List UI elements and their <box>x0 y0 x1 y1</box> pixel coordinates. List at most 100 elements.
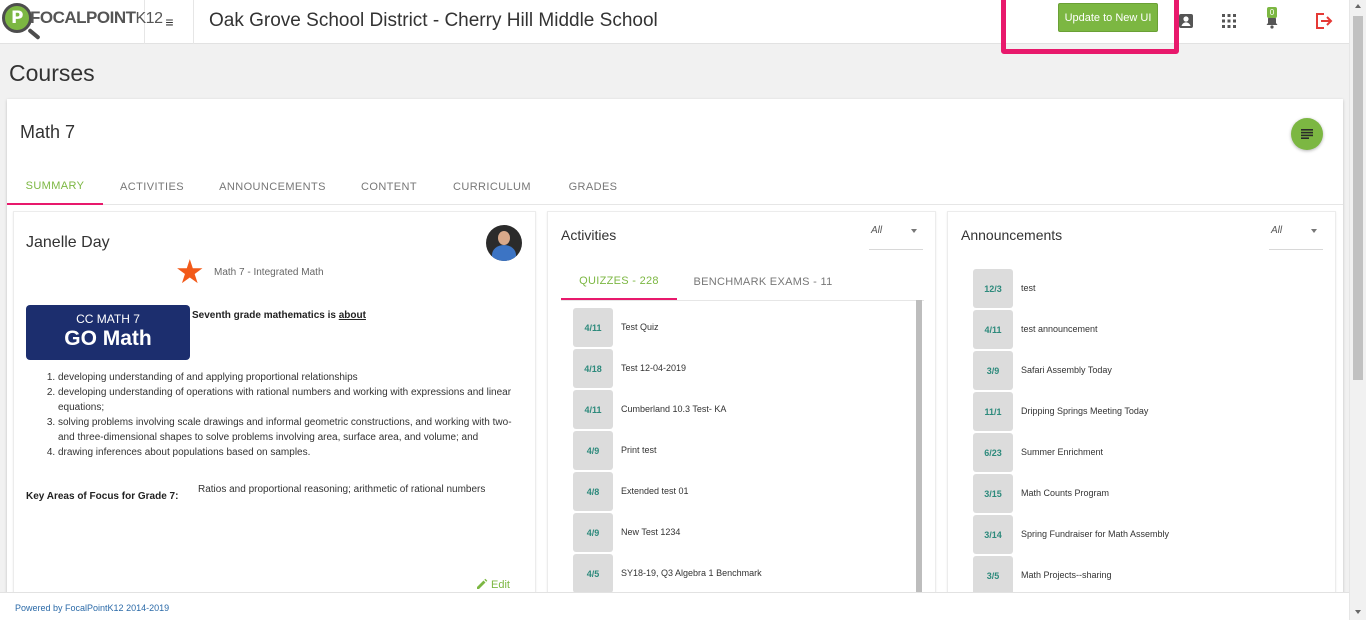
activity-date: 4/11 <box>573 308 613 347</box>
page-scrollbar[interactable] <box>1349 0 1366 620</box>
notification-count-badge: 0 <box>1267 7 1277 18</box>
tab-grades[interactable]: GRADES <box>561 168 625 205</box>
tab-announcements[interactable]: ANNOUNCEMENTS <box>214 168 331 205</box>
announcement-row[interactable]: 6/23 Summer Enrichment <box>973 433 1303 474</box>
badge-line-2: GO Math <box>64 327 152 350</box>
announcement-date: 4/11 <box>973 310 1013 349</box>
activity-title: Print test <box>621 445 657 455</box>
announcement-row[interactable]: 3/9 Safari Assembly Today <box>973 351 1303 392</box>
scroll-up-arrow-icon[interactable] <box>1355 4 1361 8</box>
activities-title: Activities <box>561 227 617 243</box>
footer-credit-link[interactable]: Powered by FocalPointK12 2014-2019 <box>15 603 169 613</box>
course-title: Math 7 <box>20 122 76 142</box>
announcement-title: Safari Assembly Today <box>1021 365 1112 375</box>
logo-text: FOCALPOINTK12 <box>30 8 163 28</box>
chevron-down-icon <box>911 229 917 233</box>
activity-row[interactable]: 4/5 SY18-19, Q3 Algebra 1 Benchmark <box>573 554 903 595</box>
tab-summary[interactable]: SUMMARY <box>7 168 103 205</box>
focalpoint-logo[interactable]: P FOCALPOINTK12 <box>0 0 163 44</box>
logo-brand-name: FOCALPOINT <box>30 8 136 27</box>
activity-title: Test 12-04-2019 <box>621 363 687 373</box>
activity-title: Test Quiz <box>621 322 659 332</box>
course-card: Math 7 SUMMARY ACTIVITIES ANNOUNCEMENTS … <box>7 99 1343 609</box>
logout-icon[interactable] <box>1314 11 1334 31</box>
activity-title: SY18-19, Q3 Algebra 1 Benchmark <box>621 568 762 578</box>
goal-item: solving problems involving scale drawing… <box>58 415 524 445</box>
summary-panel: Janelle Day ★ Math 7 - Integrated Math C… <box>13 211 536 603</box>
pencil-icon <box>477 578 488 589</box>
activities-panel: Activities All QUIZZES - 228 BENCHMARK E… <box>547 211 936 603</box>
announcement-date: 3/14 <box>973 515 1013 554</box>
announcement-date: 11/1 <box>973 392 1013 431</box>
activities-subtabs: QUIZZES - 228 BENCHMARK EXAMS - 11 <box>561 264 924 301</box>
tab-quizzes[interactable]: QUIZZES - 228 <box>561 264 677 300</box>
activity-date: 4/11 <box>573 390 613 429</box>
tab-content[interactable]: CONTENT <box>355 168 423 205</box>
tab-benchmark-exams[interactable]: BENCHMARK EXAMS - 11 <box>677 264 849 300</box>
activities-filter-value: All <box>871 225 883 236</box>
announcement-date: 12/3 <box>973 269 1013 308</box>
focus-value: Ratios and proportional reasoning; arith… <box>198 484 486 495</box>
activities-scrollbar[interactable] <box>916 300 922 600</box>
activity-row[interactable]: 4/9 Print test <box>573 431 903 472</box>
district-title: Oak Grove School District - Cherry Hill … <box>209 10 658 31</box>
tab-curriculum[interactable]: CURRICULUM <box>447 168 537 205</box>
activity-date: 4/9 <box>573 513 613 552</box>
activity-date: 4/9 <box>573 431 613 470</box>
announcement-date: 3/9 <box>973 351 1013 390</box>
announcements-filter-select[interactable]: All <box>1269 220 1323 250</box>
announcement-title: Math Projects--sharing <box>1021 570 1112 580</box>
announcement-row[interactable]: 3/15 Math Counts Program <box>973 474 1303 515</box>
top-bar: P FOCALPOINTK12 ≡ Oak Grove School Distr… <box>0 0 1349 54</box>
announcement-date: 3/5 <box>973 556 1013 595</box>
activities-filter-select[interactable]: All <box>869 220 923 250</box>
goal-item: drawing inferences about populations bas… <box>58 445 524 460</box>
scrollbar-thumb[interactable] <box>1353 16 1363 380</box>
announcement-title: Summer Enrichment <box>1021 447 1104 457</box>
announcement-title: test announcement <box>1021 324 1098 334</box>
page-title: Courses <box>9 60 95 86</box>
tab-activities[interactable]: ACTIVITIES <box>112 168 192 205</box>
announcement-row[interactable]: 3/5 Math Projects--sharing <box>973 556 1303 597</box>
hamburger-menu-icon[interactable]: ≡ <box>146 0 194 44</box>
announcement-row[interactable]: 4/11 test announcement <box>973 310 1303 351</box>
profile-card-icon[interactable] <box>1176 11 1196 31</box>
intro-link: about <box>338 310 366 321</box>
announcement-row[interactable]: 12/3 test <box>973 269 1303 310</box>
announcements-filter-value: All <box>1271 225 1283 236</box>
announcement-title: Math Counts Program <box>1021 488 1110 498</box>
footer: Powered by FocalPointK12 2014-2019 <box>0 592 1349 620</box>
activity-row[interactable]: 4/8 Extended test 01 <box>573 472 903 513</box>
activity-date: 4/5 <box>573 554 613 593</box>
course-tabs: SUMMARY ACTIVITIES ANNOUNCEMENTS CONTENT… <box>7 168 1343 205</box>
star-icon[interactable]: ★ <box>175 255 205 288</box>
activity-title: Cumberland 10.3 Test- KA <box>621 404 727 414</box>
announcement-row[interactable]: 11/1 Dripping Springs Meeting Today <box>973 392 1303 433</box>
activity-date: 4/18 <box>573 349 613 388</box>
activity-row[interactable]: 4/11 Cumberland 10.3 Test- KA <box>573 390 903 431</box>
course-subtitle: Math 7 - Integrated Math <box>214 267 324 278</box>
activity-row[interactable]: 4/18 Test 12-04-2019 <box>573 349 903 390</box>
goal-item: developing understanding of and applying… <box>58 370 524 385</box>
announcement-date: 3/15 <box>973 474 1013 513</box>
activity-row[interactable]: 4/11 Test Quiz <box>573 308 903 349</box>
update-ui-button[interactable]: Update to New UI <box>1058 3 1158 32</box>
announcement-date: 6/23 <box>973 433 1013 472</box>
edit-button[interactable]: Edit <box>476 578 510 591</box>
activity-title: Extended test 01 <box>621 486 689 496</box>
goals-list: developing understanding of and applying… <box>58 370 524 460</box>
chevron-down-icon <box>1311 229 1317 233</box>
logo-magnifier-icon: P <box>2 3 32 33</box>
teacher-name: Janelle Day <box>26 234 110 251</box>
activity-row[interactable]: 4/9 New Test 1234 <box>573 513 903 554</box>
announcements-title: Announcements <box>961 227 1063 243</box>
notes-icon <box>1301 129 1313 139</box>
intro-text: Seventh grade mathematics is <box>192 310 336 321</box>
scroll-down-arrow-icon[interactable] <box>1355 610 1361 614</box>
course-notes-button[interactable] <box>1291 118 1323 150</box>
logo-magnifier-handle <box>27 27 41 41</box>
goal-item: developing understanding of operations w… <box>58 385 524 415</box>
announcement-title: Spring Fundraiser for Math Assembly <box>1021 529 1170 539</box>
announcement-row[interactable]: 3/14 Spring Fundraiser for Math Assembly <box>973 515 1303 556</box>
apps-grid-icon[interactable] <box>1219 11 1239 31</box>
